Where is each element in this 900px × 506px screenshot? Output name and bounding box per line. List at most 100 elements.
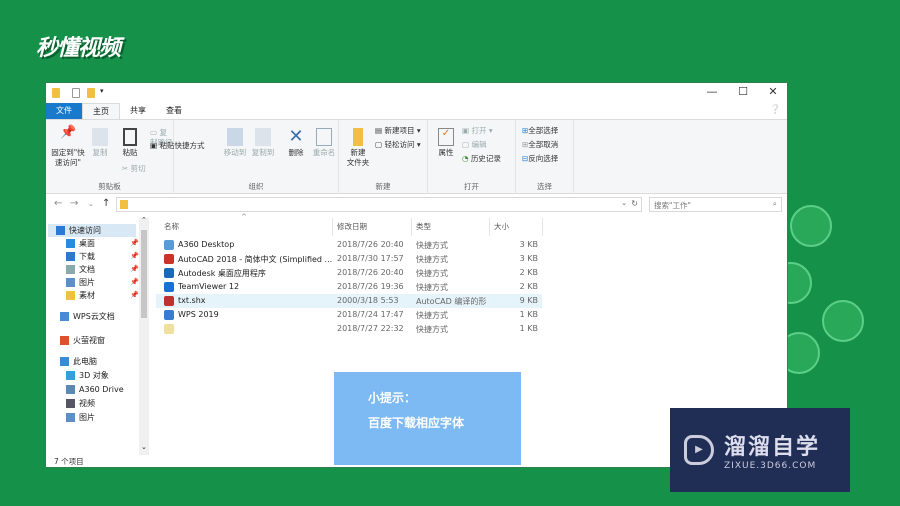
select-all-button[interactable]: ⊞全部选择 <box>522 126 558 136</box>
column-header-name[interactable]: 名称 <box>164 221 179 232</box>
column-header-date[interactable]: 修改日期 <box>337 221 367 232</box>
nav-item-label: 桌面 <box>79 239 95 248</box>
paste-button[interactable]: 粘贴 <box>118 128 142 158</box>
invert-selection-button[interactable]: ⊟反向选择 <box>522 154 558 164</box>
properties-button[interactable]: ✓ 属性 <box>436 128 456 158</box>
group-label: 剪贴板 <box>98 182 121 191</box>
scroll-up-icon[interactable]: ⌃ <box>141 216 147 224</box>
pin-icon[interactable]: 📌 <box>130 291 139 299</box>
nav-item[interactable]: 文档 <box>66 263 95 276</box>
nav-item[interactable]: WPS云文档 <box>60 310 115 323</box>
customize-dropdown-icon[interactable]: ▾ <box>100 87 104 95</box>
close-button[interactable]: ✕ <box>758 85 788 101</box>
file-icon <box>164 324 174 334</box>
pin-quick-access-button[interactable]: 📌 固定到"快 速访问" <box>50 125 86 168</box>
tab-file[interactable]: 文件 <box>46 103 82 119</box>
label: 删除 <box>288 148 304 157</box>
easy-access-button[interactable]: ▢ 轻松访问 ▾ <box>375 140 421 150</box>
file-date: 2018/7/26 20:40 <box>337 240 404 249</box>
search-input[interactable]: 搜索"工作" ⌕ <box>649 197 782 212</box>
up-icon[interactable]: ↑ <box>102 198 110 209</box>
label: 反向选择 <box>528 154 559 163</box>
pin-icon[interactable]: 📌 <box>130 265 139 273</box>
new-folder-button[interactable]: 新建 文件夹 <box>345 128 371 168</box>
label: 新建项目 ▾ <box>384 126 421 135</box>
file-size: 9 KB <box>519 296 538 305</box>
column-header-size[interactable]: 大小 <box>494 221 509 232</box>
rename-button[interactable]: 重命名 <box>310 128 338 158</box>
maximize-button[interactable]: ☐ <box>728 85 758 101</box>
new-item-button[interactable]: ▤ 新建项目 ▾ <box>375 126 421 136</box>
nav-item[interactable]: 下载 <box>66 250 95 263</box>
nav-item[interactable]: 图片 <box>66 276 95 289</box>
group-clipboard: 📌 固定到"快 速访问" 复制 粘贴 ▭ 复制路径 ▣ 粘贴快捷方式 ✂ 剪切 剪… <box>46 120 204 194</box>
nav-item-label: 图片 <box>79 413 95 422</box>
nav-item[interactable]: A360 Drive <box>66 383 124 396</box>
nav-item[interactable]: 快速访问 <box>48 224 136 237</box>
column-header-type[interactable]: 类型 <box>416 221 431 232</box>
column-divider[interactable] <box>489 218 490 236</box>
column-divider[interactable] <box>332 218 333 236</box>
file-type: AutoCAD 编译的形 <box>416 297 487 306</box>
pin-icon: 📌 <box>60 125 77 140</box>
file-row[interactable]: A360 Desktop 2018/7/26 20:40 快捷方式 3 KB <box>156 238 542 252</box>
nav-item-label: 下载 <box>79 252 95 261</box>
tab-share[interactable]: 共享 <box>120 103 156 119</box>
tab-home[interactable]: 主页 <box>82 103 120 119</box>
nav-item[interactable]: 火萤视窗 <box>60 334 105 347</box>
file-size: 3 KB <box>519 240 538 249</box>
history-button[interactable]: ◔ 历史记录 <box>462 154 501 164</box>
group-label: 新建 <box>375 182 391 191</box>
nav-item[interactable]: 图片 <box>66 411 95 424</box>
pin-icon[interactable]: 📌 <box>130 252 139 260</box>
move-to-button[interactable]: 移动到 <box>222 128 248 158</box>
file-row[interactable]: 2018/7/27 22:32 快捷方式 1 KB <box>156 322 542 336</box>
refresh-icon[interactable]: ↻ <box>631 199 638 208</box>
nav-item[interactable]: 此电脑 <box>60 355 97 368</box>
minimize-button[interactable]: — <box>697 85 727 101</box>
scrollbar-thumb[interactable] <box>141 230 147 318</box>
new-folder-icon[interactable] <box>87 88 95 98</box>
help-icon[interactable]: ❔ <box>764 103 787 119</box>
brand-url: ZIXUE.3D66.COM <box>724 461 817 471</box>
copy-to-button[interactable]: 复制到 <box>250 128 276 158</box>
column-divider[interactable] <box>542 218 543 236</box>
back-icon[interactable]: ← <box>54 198 62 209</box>
nav-item[interactable]: 桌面 <box>66 237 95 250</box>
scroll-down-icon[interactable]: ⌄ <box>141 443 147 451</box>
recent-dropdown-icon[interactable]: ⌄ <box>88 200 94 208</box>
navigation-pane: 快速访问桌面 📌 下载 📌 文档 📌 图片 📌 素材 📌 WPS云文档 火萤视窗此电脑 3D 对象 A36… <box>46 216 149 455</box>
delete-button[interactable]: ✕ 删除 <box>286 128 306 158</box>
delete-x-icon: ✕ <box>288 126 304 147</box>
label: 全部选择 <box>528 126 559 135</box>
file-size: 2 KB <box>519 282 538 291</box>
folder-icon <box>120 200 128 209</box>
pin-icon[interactable]: 📌 <box>130 278 139 286</box>
nav-item[interactable]: 视频 <box>66 397 95 410</box>
nav-item[interactable]: 素材 <box>66 289 95 302</box>
select-none-button[interactable]: ⊞全部取消 <box>522 140 558 150</box>
file-row[interactable]: WPS 2019 2018/7/24 17:47 快捷方式 1 KB <box>156 308 542 322</box>
nav-item-label: 3D 对象 <box>79 371 109 380</box>
tab-view[interactable]: 查看 <box>156 103 192 119</box>
file-type: 快捷方式 <box>416 241 448 250</box>
nav-item[interactable]: 3D 对象 <box>66 369 109 382</box>
edit-button[interactable]: ▢ 编辑 <box>462 140 486 150</box>
cut-button[interactable]: ✂ 剪切 <box>122 164 146 174</box>
file-row[interactable]: Autodesk 桌面应用程序 2018/7/26 20:40 快捷方式 2 K… <box>156 266 542 280</box>
address-input[interactable]: ⌄ ↻ <box>116 197 642 212</box>
file-row[interactable]: AutoCAD 2018 - 简体中文 (Simplified ... 2018… <box>156 252 542 266</box>
ribbon-tabs: 文件 主页 共享 查看 ❔ <box>46 103 787 119</box>
file-row[interactable]: txt.shx 2000/3/18 5:53 AutoCAD 编译的形 9 KB <box>156 294 542 308</box>
file-type: 快捷方式 <box>416 255 448 264</box>
copy-button[interactable]: 复制 <box>90 128 110 158</box>
properties-icon[interactable] <box>72 88 80 98</box>
forward-icon[interactable]: → <box>70 198 78 209</box>
file-name: A360 Desktop <box>178 240 235 249</box>
dropdown-icon[interactable]: ⌄ <box>621 199 627 207</box>
open-button[interactable]: ▣ 打开 ▾ <box>462 126 493 136</box>
file-row[interactable]: TeamViewer 12 2018/7/26 19:36 快捷方式 2 KB <box>156 280 542 294</box>
tip-text: 百度下载相应字体 <box>368 416 465 430</box>
pin-icon[interactable]: 📌 <box>130 239 139 247</box>
column-divider[interactable] <box>411 218 412 236</box>
